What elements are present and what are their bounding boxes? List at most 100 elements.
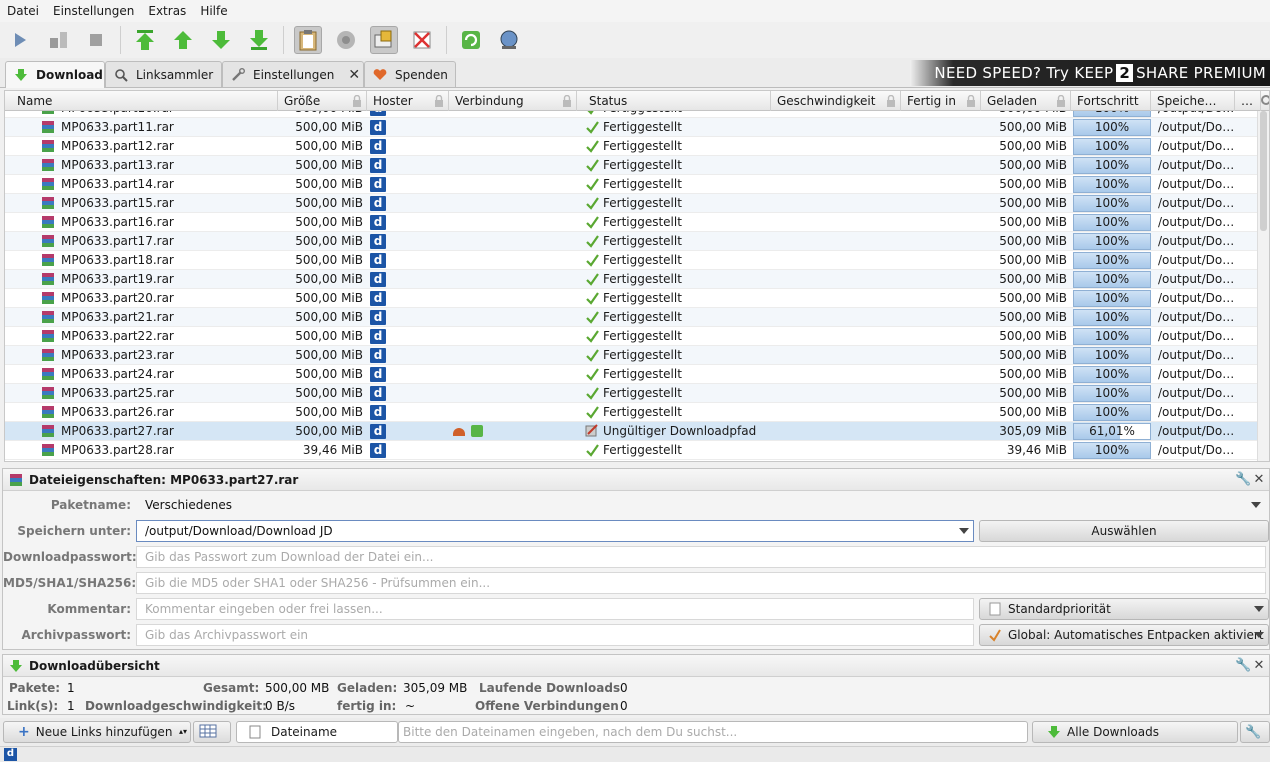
close-panel-icon[interactable]: ✕ [1252,659,1266,673]
column-settings-icon[interactable] [1261,95,1269,105]
table-row[interactable]: MP0633.part19.rar 500,00 MiB d Fertiggestel… [5,270,1259,289]
links-value: 1 [67,699,75,713]
tab-download[interactable]: Download [5,61,105,88]
table-row[interactable]: MP0633.part20.rar 500,00 MiB d Fertiggestel… [5,289,1259,308]
move-up-button[interactable] [169,26,197,54]
menu-einstellungen[interactable]: Einstellungen [53,4,134,18]
column-name[interactable]: Name [11,91,278,111]
comment-input[interactable]: Kommentar eingeben oder frei lassen... [136,598,974,620]
loaded-size: 500,00 MiB [999,386,1067,400]
column-eta[interactable]: Fertig in [901,91,981,111]
pause-downloads-button[interactable] [44,26,72,54]
retry-icon[interactable] [471,425,483,437]
download-password-input[interactable]: Gib das Passwort zum Download der Datei … [136,546,1266,568]
checkmark-icon [586,311,599,324]
column-size[interactable]: Größe [278,91,367,111]
column-more[interactable]: … [1235,91,1261,111]
table-row[interactable]: MP0633.part26.rar 500,00 MiB d Fertiggestel… [5,403,1259,422]
start-downloads-button[interactable] [6,26,34,54]
column-save-to[interactable]: Speiche… [1151,91,1235,111]
move-bottom-button[interactable] [245,26,273,54]
column-connection[interactable]: Verbindung [449,91,577,111]
table-row[interactable]: MP0633.part16.rar 500,00 MiB d Fertiggestel… [5,213,1259,232]
hoster-icon: d [370,196,386,211]
save-path: /output/Do… [1158,329,1235,343]
package-name-field[interactable]: Verschiedenes [136,494,1266,516]
table-row[interactable]: MP0633.part18.rar 500,00 MiB d Fertiggestel… [5,251,1259,270]
connection-cell [453,365,493,384]
stop-downloads-button[interactable] [82,26,110,54]
speed-limit-button[interactable] [408,26,436,54]
table-row[interactable]: MP0633.part10.rar500,00 MiBdFertiggestel… [5,111,1259,118]
table-row[interactable]: MP0633.part14.rar 500,00 MiB d Fertiggestel… [5,175,1259,194]
tab-linksammler[interactable]: Linksammler [105,61,222,87]
premium-toggle-button[interactable] [370,26,398,54]
column-status[interactable]: Status [583,91,771,111]
table-row[interactable]: MP0633.part28.rar 39,46 MiB d Fertiggestell… [5,441,1259,460]
auto-extract-dropdown[interactable]: Global: Automatisches Entpacken aktivier… [979,624,1269,646]
hoster-icon: d [370,177,386,192]
table-row[interactable]: MP0633.part17.rar 500,00 MiB d Fertiggestel… [5,232,1259,251]
column-speed[interactable]: Geschwindigkeit [771,91,901,111]
table-row[interactable]: MP0633.part11.rar 500,00 MiB d Fertiggestel… [5,118,1259,137]
connection-cell [453,194,493,213]
clear-list-button[interactable] [193,721,231,743]
choose-folder-button[interactable]: Auswählen [979,520,1269,542]
network-button[interactable] [495,26,523,54]
search-field-selector[interactable]: Dateiname [236,721,398,743]
search-input[interactable]: Bitte den Dateinamen eingeben, nach dem … [398,721,1028,743]
column-progress[interactable]: Fortschritt [1071,91,1151,111]
scrollbar-thumb[interactable] [1260,111,1267,231]
premium-ad-banner[interactable]: NEED SPEED? Try KEEP 2 SHARE PREMIUM [910,60,1270,86]
move-down-button[interactable] [207,26,235,54]
menu-extras[interactable]: Extras [148,4,186,18]
chevron-down-icon[interactable] [959,528,969,534]
table-row[interactable]: MP0633.part12.rar 500,00 MiB d Fertiggestel… [5,137,1259,156]
table-row[interactable]: MP0633.part23.rar 500,00 MiB d Fertiggestel… [5,346,1259,365]
menu-hilfe[interactable]: Hilfe [200,4,227,18]
pin-icon[interactable]: 🔧 [1235,659,1251,673]
table-row[interactable]: MP0633.part15.rar 500,00 MiB d Fertiggestel… [5,194,1259,213]
progress-bar: 100% [1073,214,1151,231]
progress-bar: 61,01% [1073,423,1151,440]
priority-dropdown[interactable]: Standardpriorität [979,598,1269,620]
placeholder: Gib das Archivpasswort ein [145,628,309,642]
close-tab-icon[interactable]: ✕ [348,67,360,83]
loaded-size: 500,00 MiB [999,253,1067,267]
status-text: Fertiggestellt [603,443,682,457]
close-panel-icon[interactable]: ✕ [1252,473,1266,487]
reconnect-button[interactable] [332,26,360,54]
download-filter-dropdown[interactable]: Alle Downloads [1032,721,1238,743]
status-text: Fertiggestellt [603,253,682,267]
column-loaded[interactable]: Geladen [981,91,1071,111]
update-button[interactable] [457,26,485,54]
table-row[interactable]: MP0633.part21.rar 500,00 MiB d Fertiggestel… [5,308,1259,327]
chevron-down-icon[interactable] [1251,502,1261,508]
tab-label: Download [36,68,103,82]
bottom-settings-button[interactable]: 🔧 [1240,721,1270,743]
clipboard-monitor-button[interactable] [294,26,322,54]
table-row[interactable]: MP0633.part13.rar 500,00 MiB d Fertiggestel… [5,156,1259,175]
column-hoster[interactable]: Hoster [367,91,449,111]
loaded-size: 500,00 MiB [999,158,1067,172]
archive-password-input[interactable]: Gib das Archivpasswort ein [136,624,974,646]
status-text: Fertiggestellt [603,177,682,191]
tab-spenden[interactable]: Spenden [364,61,456,87]
table-scrollbar[interactable] [1257,111,1269,461]
table-row[interactable]: MP0633.part24.rar 500,00 MiB d Fertiggestel… [5,365,1259,384]
move-top-button[interactable] [131,26,159,54]
checksum-input[interactable]: Gib die MD5 oder SHA1 oder SHA256 - Prüf… [136,572,1266,594]
menu-datei[interactable]: Datei [7,4,39,18]
table-row[interactable]: MP0633.part25.rar 500,00 MiB d Fertiggestel… [5,384,1259,403]
file-size: 500,00 MiB [295,158,363,172]
add-links-button[interactable]: + Neue Links hinzufügen ▴▾ [3,721,191,743]
table-row[interactable]: MP0633.part22.rar 500,00 MiB d Fertiggestel… [5,327,1259,346]
status-hoster-icon: d [4,748,17,761]
table-row[interactable]: MP0633.part27.rar 500,00 MiB d Ungültiger D… [5,422,1259,441]
save-path-input[interactable]: /output/Download/Download JD [136,520,974,542]
pin-icon[interactable]: 🔧 [1235,473,1251,487]
loaded-size: 500,00 MiB [999,177,1067,191]
chevron-up-down-icon[interactable]: ▴▾ [179,722,187,742]
checkmark-icon [586,178,599,191]
tab-einstellungen[interactable]: Einstellungen ✕ [222,61,364,87]
